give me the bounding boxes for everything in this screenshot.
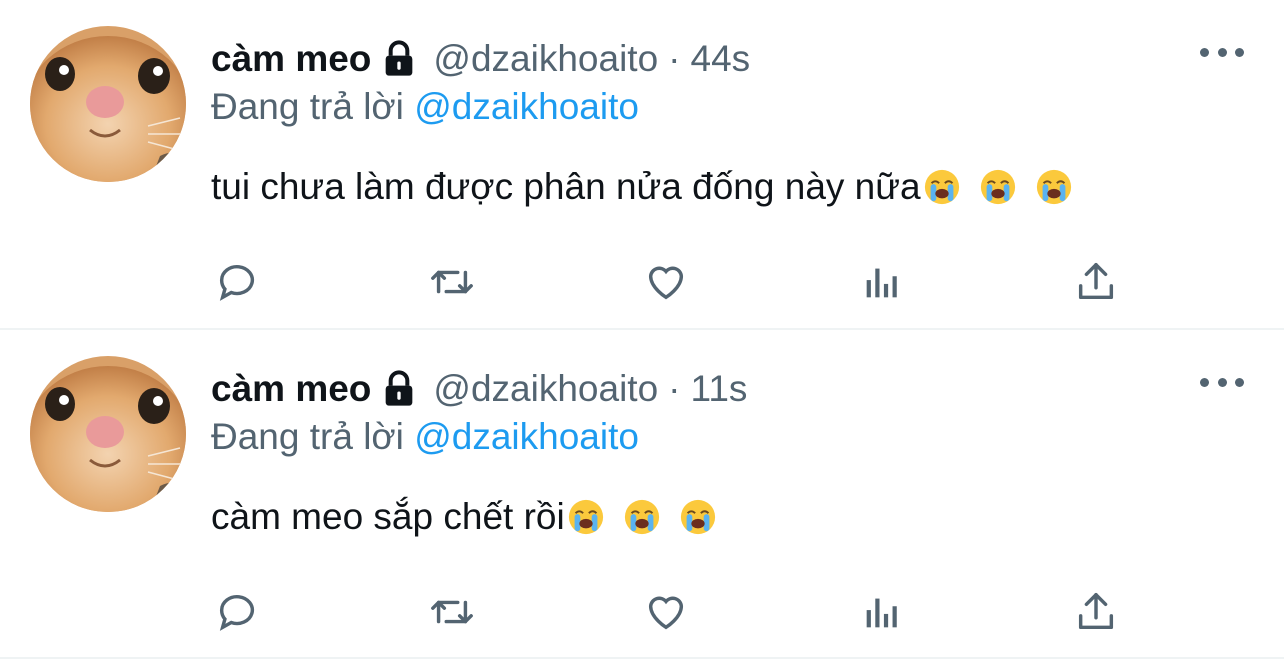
tweet[interactable]: càm meo @dzaikhoaito · 44s Đang trả lời … xyxy=(0,0,1284,330)
timestamp[interactable]: 44s xyxy=(691,38,751,80)
separator-dot: · xyxy=(668,38,681,79)
share-button[interactable] xyxy=(1070,256,1122,308)
share-icon xyxy=(1078,593,1114,630)
action-bar xyxy=(0,586,1284,638)
tweet[interactable]: càm meo @dzaikhoaito · 11s Đang trả lời … xyxy=(0,330,1284,660)
more-icon[interactable] xyxy=(1200,370,1244,394)
reply-context: Đang trả lời @dzaikhoaito xyxy=(211,86,639,128)
tweet-divider xyxy=(0,657,1284,659)
loudly-crying-face-icon xyxy=(567,498,605,536)
reply-mention[interactable]: @dzaikhoaito xyxy=(414,86,639,127)
separator-dot: · xyxy=(668,368,681,409)
lock-icon xyxy=(386,40,413,76)
tweet-text: tui chưa làm được phân nửa đống này nữa xyxy=(211,166,1073,208)
avatar[interactable] xyxy=(30,26,186,182)
tweet-text-content: tui chưa làm được phân nửa đống này nữa xyxy=(211,166,921,207)
reply-button[interactable] xyxy=(211,256,263,308)
user-handle[interactable]: @dzaikhoaito xyxy=(433,368,658,410)
loudly-crying-face-icon xyxy=(679,498,717,536)
more-icon[interactable] xyxy=(1200,40,1244,64)
avatar[interactable] xyxy=(30,356,186,512)
reply-prefix: Đang trả lời xyxy=(211,416,404,457)
lock-icon xyxy=(386,370,413,406)
analytics-icon xyxy=(866,268,897,298)
loudly-crying-face-icon xyxy=(979,168,1017,206)
timestamp[interactable]: 11s xyxy=(691,368,748,410)
display-name[interactable]: càm meo xyxy=(211,368,371,410)
share-icon xyxy=(1078,263,1114,300)
tweet-text-content: càm meo sắp chết rồi xyxy=(211,496,565,537)
tweet-header: càm meo @dzaikhoaito · 11s xyxy=(211,368,747,410)
retweet-icon xyxy=(431,600,473,624)
like-icon xyxy=(648,266,684,300)
loudly-crying-face-icon xyxy=(1035,168,1073,206)
reply-mention[interactable]: @dzaikhoaito xyxy=(414,416,639,457)
tweet-text: càm meo sắp chết rồi xyxy=(211,496,717,538)
reply-prefix: Đang trả lời xyxy=(211,86,404,127)
share-button[interactable] xyxy=(1070,586,1122,638)
user-handle[interactable]: @dzaikhoaito xyxy=(433,38,658,80)
reply-context: Đang trả lời @dzaikhoaito xyxy=(211,416,639,458)
loudly-crying-face-icon xyxy=(923,168,961,206)
analytics-button[interactable] xyxy=(856,586,908,638)
analytics-button[interactable] xyxy=(856,256,908,308)
tweet-header: càm meo @dzaikhoaito · 44s xyxy=(211,38,750,80)
action-bar xyxy=(0,256,1284,308)
retweet-button[interactable] xyxy=(426,586,478,638)
analytics-icon xyxy=(866,598,897,628)
like-button[interactable] xyxy=(640,256,692,308)
reply-icon xyxy=(219,595,255,631)
like-icon xyxy=(648,596,684,630)
retweet-button[interactable] xyxy=(426,256,478,308)
reply-icon xyxy=(219,265,255,301)
loudly-crying-face-icon xyxy=(623,498,661,536)
display-name[interactable]: càm meo xyxy=(211,38,371,80)
reply-button[interactable] xyxy=(211,586,263,638)
like-button[interactable] xyxy=(640,586,692,638)
retweet-icon xyxy=(431,270,473,294)
